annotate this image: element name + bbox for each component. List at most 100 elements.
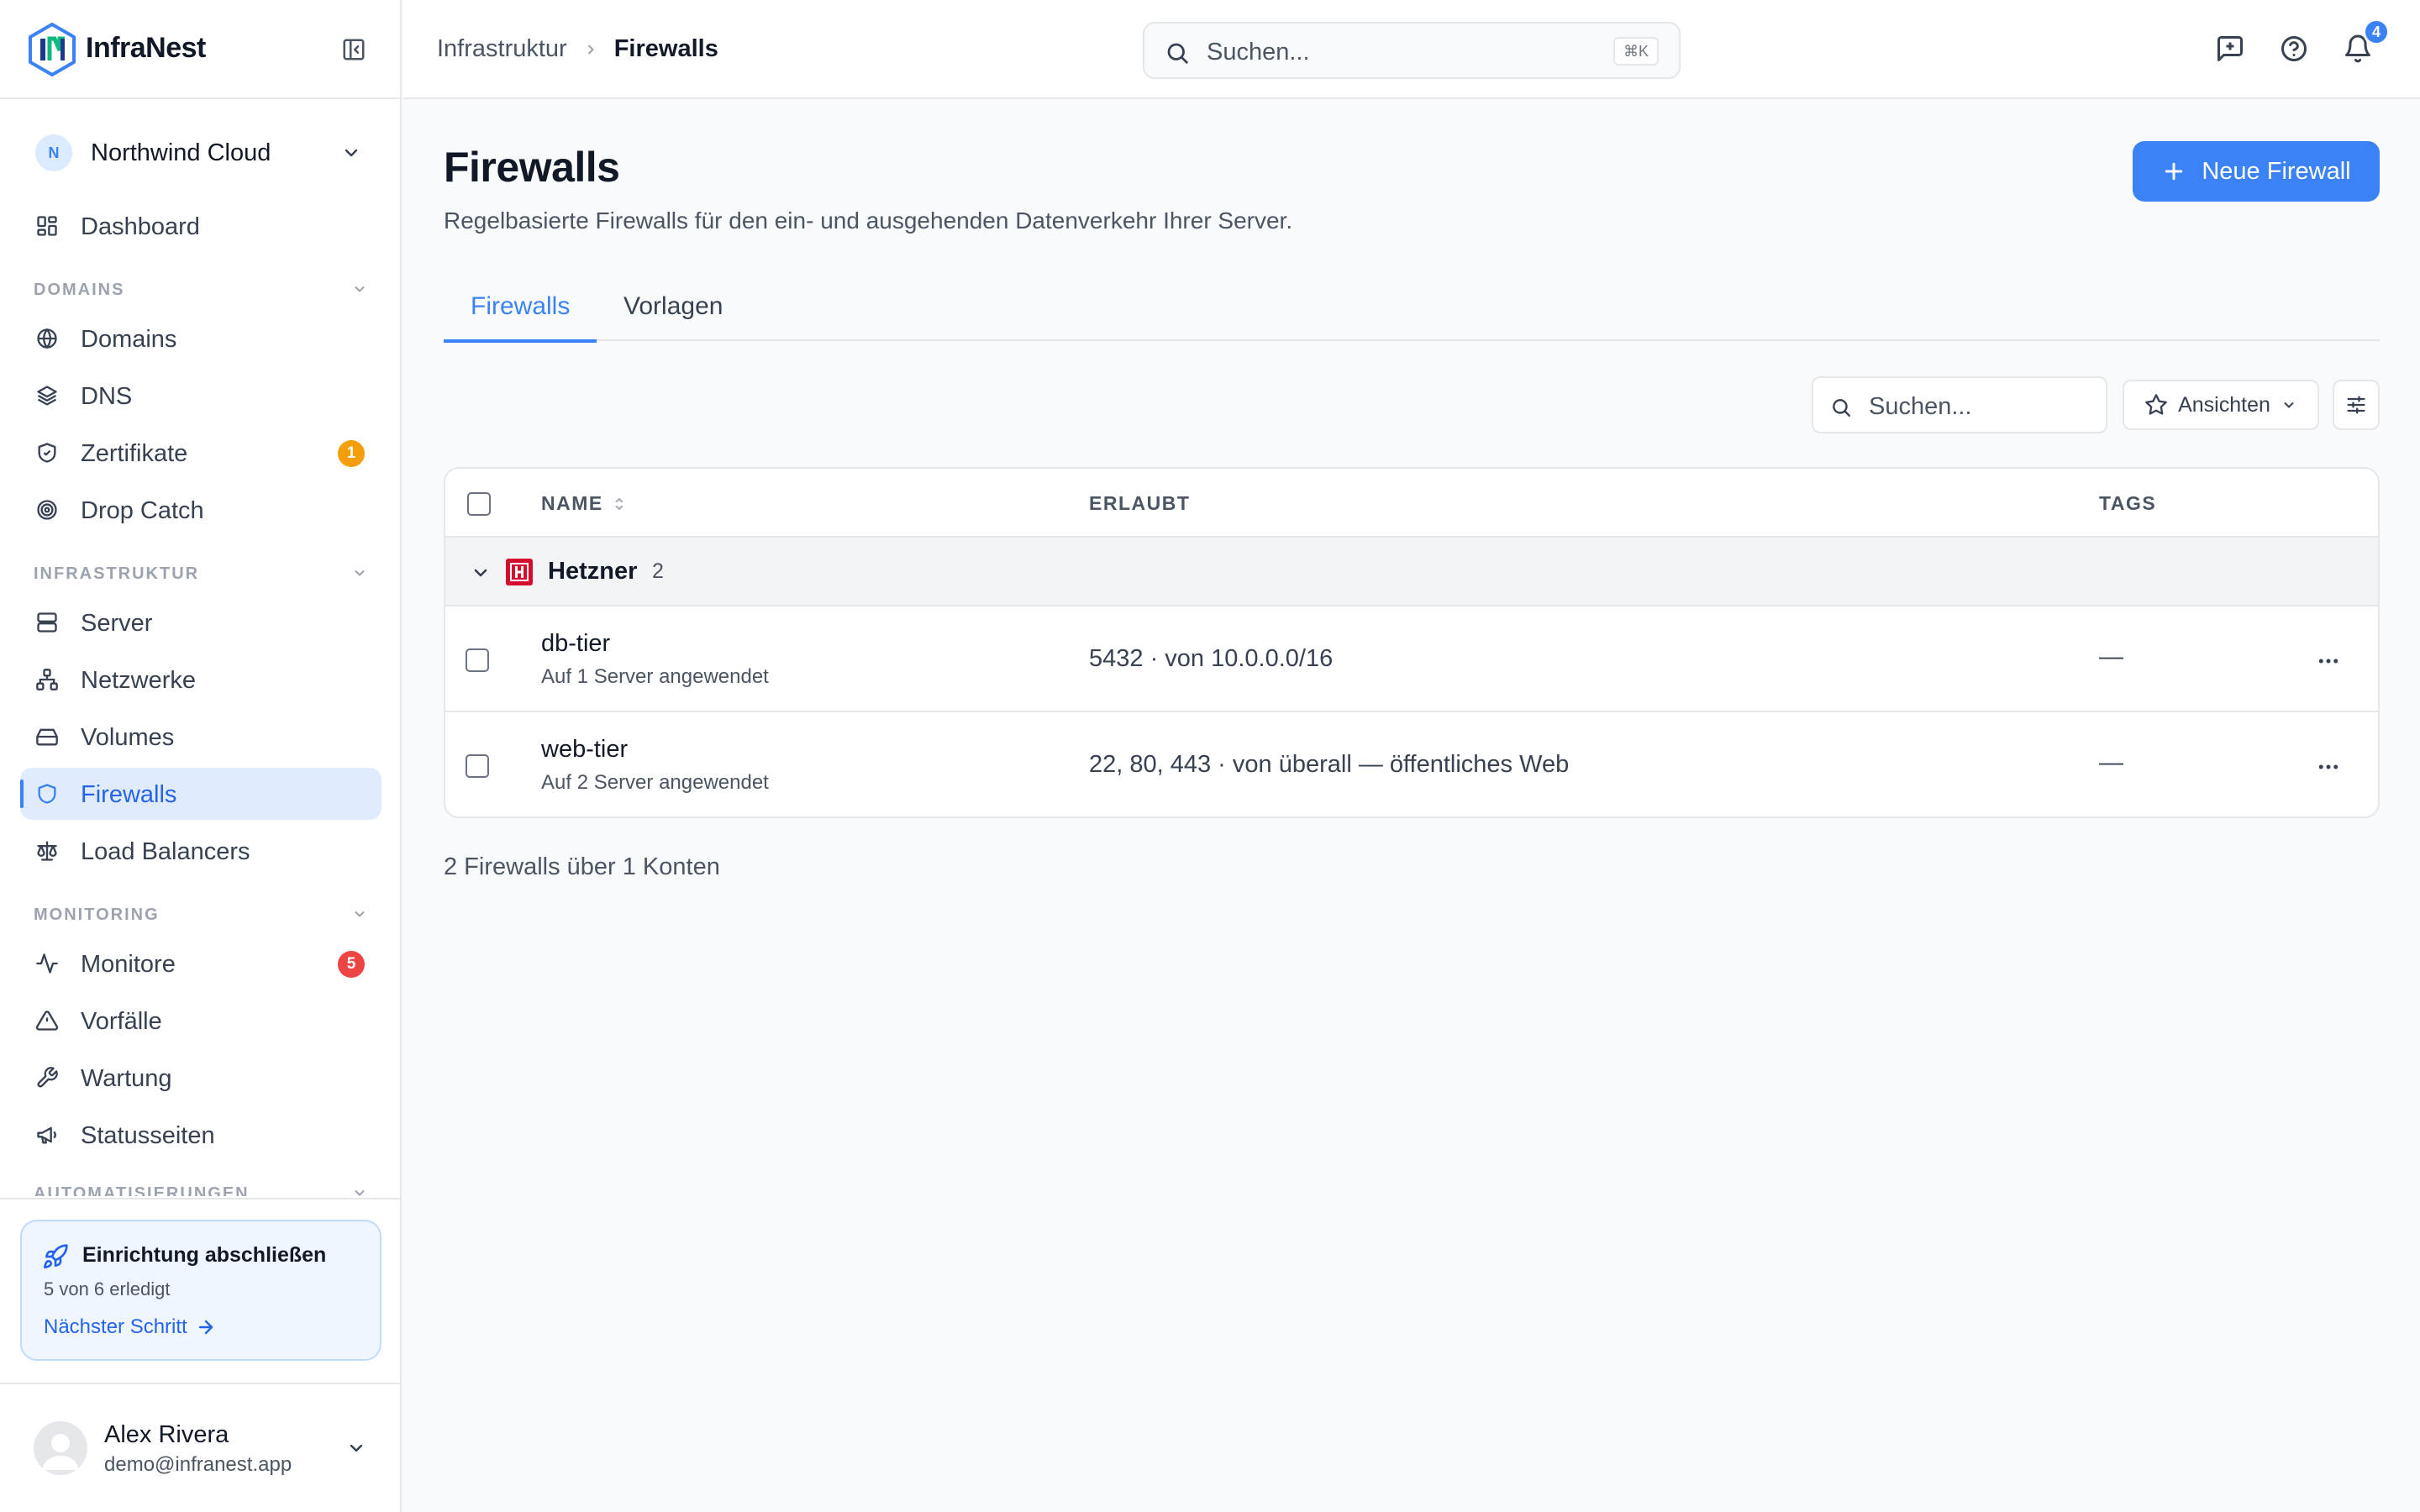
sliders-icon: [2347, 396, 2365, 414]
sidebar-item-label: Firewalls: [81, 781, 177, 808]
sidebar-item-monitore[interactable]: Monitore 5: [20, 937, 381, 990]
network-icon: [35, 668, 59, 691]
firewall-applied: Auf 1 Server angewendet: [541, 665, 769, 688]
sidebar-item-volumes[interactable]: Volumes: [20, 711, 381, 763]
rocket-icon: [42, 1243, 69, 1270]
table-row[interactable]: db-tier Auf 1 Server angewendet 5432 · v…: [445, 606, 2378, 712]
chevron-down-icon: [2284, 402, 2294, 408]
section-header-infrastruktur[interactable]: INFRASTRUKTUR: [34, 559, 368, 585]
firewall-allowed: 22, 80, 443 · von überall — öffentliches…: [1089, 751, 1570, 778]
server-icon: [35, 611, 59, 634]
chevron-down-icon: [341, 143, 361, 163]
chevron-down-icon: [351, 564, 368, 581]
sidebar-item-label: Server: [81, 610, 153, 637]
row-checkbox[interactable]: [466, 754, 489, 778]
hard-drive-icon: [35, 725, 59, 748]
sidebar-item-server[interactable]: Server: [20, 596, 381, 648]
hetzner-logo-icon: [506, 559, 533, 585]
group-row-hetzner[interactable]: Hetzner 2: [445, 538, 2378, 606]
sidebar-item-label: Drop Catch: [81, 497, 204, 524]
views-dropdown-button[interactable]: Ansichten: [2123, 380, 2319, 430]
breadcrumb: Infrastruktur Firewalls: [437, 35, 718, 63]
column-settings-button[interactable]: [2333, 380, 2380, 430]
sidebar-item-netzwerke[interactable]: Netzwerke: [20, 654, 381, 706]
sidebar-item-firewalls[interactable]: Firewalls: [20, 768, 381, 820]
firewall-tags: —: [2099, 643, 2123, 670]
column-header-tags: TAGS: [2099, 492, 2157, 514]
sidebar-item-label: Volumes: [81, 724, 175, 751]
sidebar-item-statusseiten[interactable]: Statusseiten: [20, 1109, 381, 1161]
sidebar-item-label: Vorfälle: [81, 1008, 162, 1035]
sidebar-item-load-balancers[interactable]: Load Balancers: [20, 825, 381, 877]
firewall-allowed: 5432 · von 10.0.0.0/16: [1089, 645, 1334, 672]
section-header-monitoring[interactable]: MONITORING: [34, 900, 368, 926]
more-horizontal-icon[interactable]: [2316, 648, 2341, 674]
search-icon: [1165, 40, 1190, 66]
chevron-down-icon: [351, 281, 368, 297]
new-firewall-button[interactable]: Neue Firewall: [2133, 141, 2380, 202]
help-circle-icon: [2281, 36, 2307, 61]
sidebar-item-label: Monitore: [81, 951, 176, 978]
tab-vorlagen[interactable]: Vorlagen: [623, 292, 723, 341]
column-label: NAME: [541, 492, 603, 514]
user-menu[interactable]: Alex Rivera demo@infranest.app: [0, 1383, 402, 1512]
sidebar-item-wartung[interactable]: Wartung: [20, 1052, 381, 1104]
org-name: Northwind Cloud: [91, 139, 271, 166]
table-row[interactable]: web-tier Auf 2 Server angewendet 22, 80,…: [445, 712, 2378, 816]
breadcrumb-parent[interactable]: Infrastruktur: [437, 35, 567, 63]
sidebar-item-label: Load Balancers: [81, 838, 250, 865]
panel-left-icon: [343, 39, 365, 60]
page-subtitle: Regelbasierte Firewalls für den ein- und…: [444, 207, 1293, 234]
onboarding-title: Einrichtung abschließen: [82, 1243, 327, 1267]
activity-icon: [35, 952, 59, 975]
section-header-domains[interactable]: DOMAINS: [34, 276, 368, 301]
global-search-input[interactable]: Suchen... ⌘K: [1143, 22, 1681, 79]
more-horizontal-icon[interactable]: [2316, 754, 2341, 780]
column-header-name[interactable]: NAME: [541, 492, 627, 515]
sidebar-item-label: Wartung: [81, 1065, 172, 1092]
shortcut-hint: ⌘K: [1612, 37, 1659, 66]
sidebar-item-label: Netzwerke: [81, 667, 196, 694]
tab-firewalls[interactable]: Firewalls: [443, 292, 597, 343]
topbar: Infrastruktur Firewalls Suchen... ⌘K 4: [403, 0, 2420, 99]
collapse-sidebar-button[interactable]: [341, 37, 366, 62]
sidebar-nav: Dashboard DOMAINS Domains DNS Zertifikat…: [0, 195, 402, 1196]
star-icon: [2145, 394, 2167, 415]
chevron-down-icon: [351, 1184, 368, 1196]
page-title: Firewalls: [444, 144, 620, 191]
avatar: [34, 1421, 87, 1475]
shield-icon: [35, 782, 59, 806]
table-search-input[interactable]: Suchen...: [1812, 376, 2107, 433]
sidebar-item-dns[interactable]: DNS: [20, 370, 381, 422]
views-label: Ansichten: [2178, 392, 2270, 417]
sidebar-item-drop-catch[interactable]: Drop Catch: [20, 484, 381, 536]
layers-icon: [35, 384, 59, 407]
row-checkbox[interactable]: [466, 648, 489, 672]
sidebar-item-vorfaelle[interactable]: Vorfälle: [20, 995, 381, 1047]
next-step-link[interactable]: Nächster Schritt: [44, 1315, 216, 1339]
next-step-label: Nächster Schritt: [44, 1315, 187, 1338]
message-plus-icon: [2217, 36, 2243, 61]
section-header-automatisierungen[interactable]: AUTOMATISIERUNGEN: [34, 1179, 368, 1196]
firewalls-table: NAME ERLAUBT TAGS Hetzner 2 db-tier Auf …: [444, 467, 2380, 818]
count-badge: 5: [338, 951, 365, 978]
feedback-button[interactable]: [2215, 34, 2245, 64]
plus-icon: [2165, 162, 2183, 181]
sidebar-item-domains[interactable]: Domains: [20, 312, 381, 365]
select-all-checkbox[interactable]: [467, 492, 491, 516]
tab-bar: Firewalls Vorlagen: [443, 277, 2380, 343]
firewall-name[interactable]: db-tier: [541, 630, 610, 658]
user-name: Alex Rivera: [104, 1421, 229, 1448]
org-switcher[interactable]: N Northwind Cloud: [20, 126, 381, 178]
table-footer-count: 2 Firewalls über 1 Konten: [444, 853, 720, 880]
user-email: demo@infranest.app: [104, 1453, 292, 1476]
sidebar-item-zertifikate[interactable]: Zertifikate 1: [20, 427, 381, 479]
chevron-right-icon: [587, 44, 594, 55]
globe-icon: [35, 327, 59, 350]
chevron-down-icon[interactable]: [471, 563, 491, 583]
sidebar-item-dashboard[interactable]: Dashboard: [20, 200, 381, 252]
firewall-name[interactable]: web-tier: [541, 736, 628, 764]
help-button[interactable]: [2279, 34, 2309, 64]
search-placeholder: Suchen...: [1869, 393, 1972, 420]
notification-count-badge: 4: [2363, 18, 2390, 45]
